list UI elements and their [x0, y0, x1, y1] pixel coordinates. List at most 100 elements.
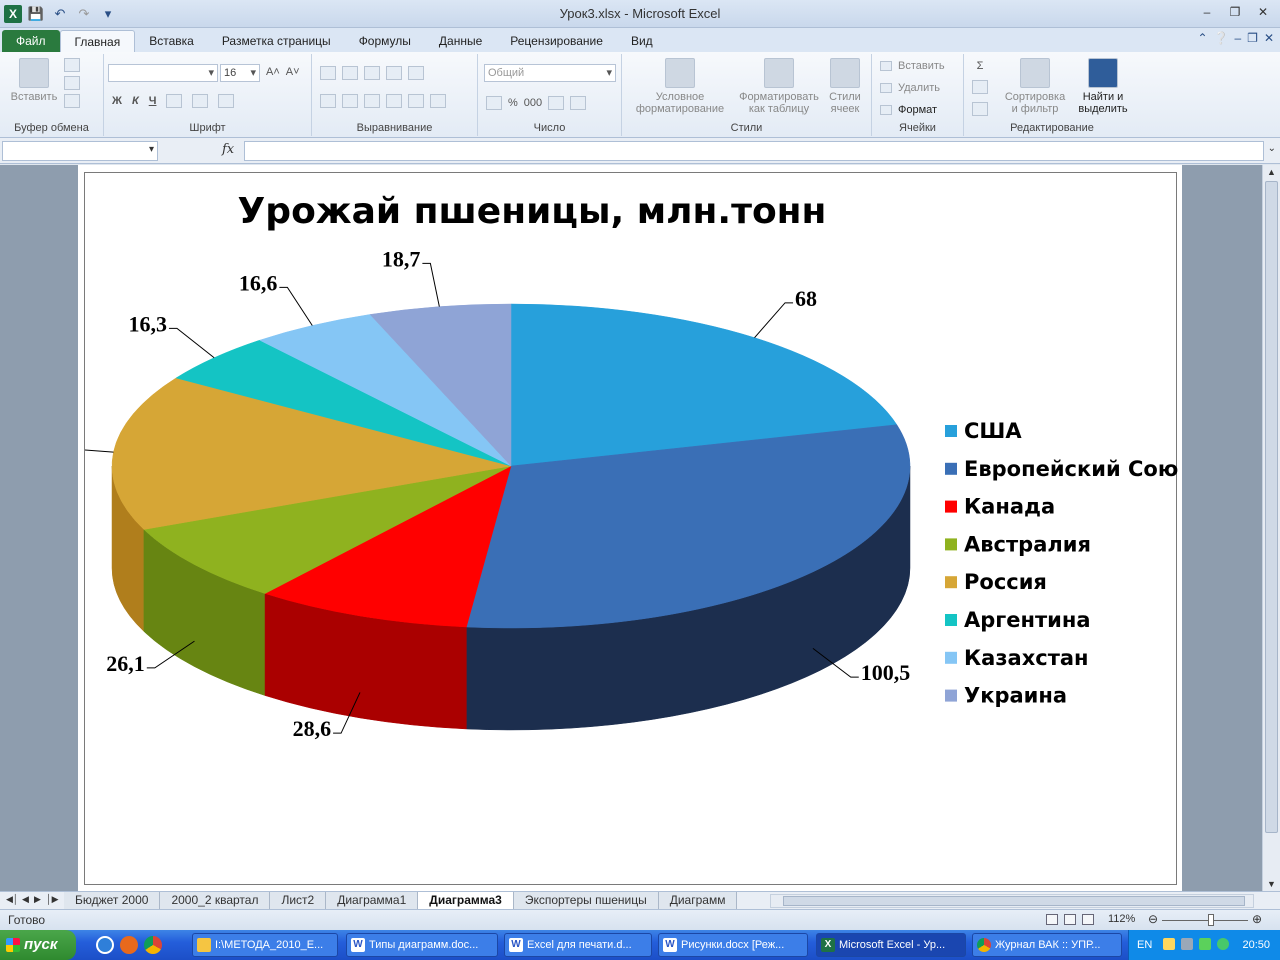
- paste-button[interactable]: Вставить: [8, 58, 60, 103]
- first-sheet-icon[interactable]: ◀│: [6, 894, 19, 905]
- chart-legend[interactable]: США Европейский Союз Канада Австралия Россия…: [945, 419, 1190, 708]
- prev-sheet-icon[interactable]: ◀: [22, 894, 29, 905]
- percent-button[interactable]: %: [508, 97, 518, 109]
- firefox-icon[interactable]: [120, 936, 138, 954]
- data-label[interactable]: 28,6: [293, 716, 332, 741]
- cut-icon[interactable]: [64, 58, 80, 72]
- fill-color-icon[interactable]: [192, 94, 209, 108]
- help-icon[interactable]: ❔: [1214, 31, 1229, 45]
- horizontal-scrollbar[interactable]: [770, 894, 1254, 908]
- thousands-button[interactable]: 000: [524, 97, 542, 109]
- delete-cells-button[interactable]: Удалить: [898, 82, 940, 94]
- next-sheet-icon[interactable]: ▶: [34, 894, 41, 905]
- taskbar-item-chrome[interactable]: Журнал ВАК :: УПР...: [972, 933, 1122, 957]
- tab-file[interactable]: Файл: [2, 30, 60, 52]
- tab-formulas[interactable]: Формулы: [345, 30, 425, 52]
- fill-icon[interactable]: [972, 80, 988, 94]
- sheet-tab-wheat-exporters[interactable]: Экспортеры пшеницы: [513, 892, 659, 909]
- doc-close-icon[interactable]: ✕: [1264, 31, 1274, 45]
- tab-view[interactable]: Вид: [617, 30, 667, 52]
- volume-icon[interactable]: [1199, 938, 1211, 950]
- insert-function-icon[interactable]: fx: [222, 142, 234, 157]
- decrease-decimal-icon[interactable]: [570, 96, 587, 110]
- wrap-text-icon[interactable]: [408, 66, 424, 80]
- tab-data[interactable]: Данные: [425, 30, 496, 52]
- autosum-icon[interactable]: Σ: [977, 60, 984, 72]
- ie-icon[interactable]: [96, 936, 114, 954]
- align-top-icon[interactable]: [320, 66, 336, 80]
- align-left-icon[interactable]: [320, 94, 336, 108]
- zoom-slider-thumb[interactable]: [1208, 914, 1214, 926]
- doc-restore-icon[interactable]: ❐: [1247, 31, 1258, 45]
- clear-icon[interactable]: [972, 102, 988, 116]
- data-label[interactable]: 16,6: [239, 270, 278, 295]
- tab-review[interactable]: Рецензирование: [496, 30, 617, 52]
- legend-entry[interactable]: США: [964, 419, 1022, 443]
- legend-entry[interactable]: Украина: [964, 684, 1067, 708]
- sheet-tab-list2[interactable]: Лист2: [270, 892, 327, 909]
- language-indicator[interactable]: EN: [1137, 939, 1152, 951]
- tab-page-layout[interactable]: Разметка страницы: [208, 30, 345, 52]
- taskbar-item-word-1[interactable]: W Типы диаграмм.doc...: [346, 933, 498, 957]
- zoom-level[interactable]: 112%: [1108, 913, 1135, 925]
- grow-font-icon[interactable]: A˄: [266, 66, 280, 78]
- horizontal-scroll-thumb[interactable]: [783, 896, 1245, 906]
- orientation-icon[interactable]: [386, 66, 402, 80]
- page-break-view-icon[interactable]: [1082, 914, 1094, 925]
- font-name-combo[interactable]: [108, 64, 218, 82]
- format-as-table-button[interactable]: Форматировать как таблицу: [732, 58, 826, 115]
- align-middle-icon[interactable]: [342, 66, 358, 80]
- minimize-button[interactable]: –: [1194, 2, 1220, 22]
- taskbar-item-word-3[interactable]: W Рисунки.docx [Реж...: [658, 933, 808, 957]
- data-label[interactable]: 18,7: [382, 246, 421, 271]
- formula-input[interactable]: [244, 141, 1264, 161]
- currency-icon[interactable]: [486, 96, 502, 110]
- sheet-tab-budget-2000[interactable]: Бюджет 2000: [64, 892, 161, 909]
- close-button[interactable]: ✕: [1250, 2, 1276, 22]
- legend-entry[interactable]: Канада: [964, 495, 1055, 519]
- chrome-icon[interactable]: [144, 936, 162, 954]
- insert-cells-button[interactable]: Вставить: [898, 60, 945, 72]
- chart-title[interactable]: Урожай пшеницы, млн.тонн: [238, 191, 827, 232]
- vertical-scrollbar[interactable]: ▲ ▼: [1262, 165, 1280, 891]
- zoom-out-icon[interactable]: ⊖: [1146, 912, 1160, 926]
- merge-icon[interactable]: [430, 94, 446, 108]
- chart-area[interactable]: Урожай пшеницы, млн.тонн 68 100,5 28,6 26,1…: [15, 172, 1190, 885]
- increase-decimal-icon[interactable]: [548, 96, 565, 110]
- last-sheet-icon[interactable]: │▶: [46, 894, 59, 905]
- tray-app-icon[interactable]: [1163, 938, 1175, 950]
- sort-filter-button[interactable]: Сортировка и фильтр: [1000, 58, 1070, 115]
- data-label[interactable]: 68: [795, 286, 817, 311]
- number-format-combo[interactable]: Общий: [484, 64, 616, 82]
- restore-button[interactable]: ❐: [1222, 2, 1248, 22]
- legend-entry[interactable]: Россия: [964, 570, 1047, 594]
- scroll-down-icon[interactable]: ▼: [1263, 879, 1280, 889]
- scroll-up-icon[interactable]: ▲: [1263, 167, 1280, 177]
- copy-icon[interactable]: [64, 76, 80, 90]
- increase-indent-icon[interactable]: [408, 94, 424, 108]
- name-box[interactable]: [2, 141, 158, 161]
- conditional-formatting-button[interactable]: Условное форматирование: [626, 58, 734, 115]
- align-bottom-icon[interactable]: [364, 66, 380, 80]
- sheet-tab-2000-q2[interactable]: 2000_2 квартал: [160, 892, 271, 909]
- tab-insert[interactable]: Вставка: [135, 30, 208, 52]
- taskbar-item-folder[interactable]: I:\МЕТОДА_2010_Е...: [192, 933, 338, 957]
- cell-styles-button[interactable]: Стили ячеек: [822, 58, 868, 115]
- normal-view-icon[interactable]: [1046, 914, 1058, 925]
- vertical-scroll-thumb[interactable]: [1265, 181, 1278, 833]
- decrease-indent-icon[interactable]: [386, 94, 402, 108]
- data-label[interactable]: 16,3: [128, 311, 167, 336]
- legend-entry[interactable]: Европейский Союз: [964, 457, 1190, 481]
- sheet-tab-chart1[interactable]: Диаграмма1: [326, 892, 419, 909]
- sheet-tab-chart-truncated[interactable]: Диаграмм: [658, 892, 738, 909]
- align-right-icon[interactable]: [364, 94, 380, 108]
- taskbar-item-word-2[interactable]: W Excel для печати.d...: [504, 933, 652, 957]
- legend-entry[interactable]: Австралия: [964, 532, 1091, 556]
- zoom-slider-track[interactable]: [1162, 920, 1248, 921]
- shrink-font-icon[interactable]: A˅: [286, 66, 300, 78]
- zoom-in-icon[interactable]: ⊕: [1250, 912, 1264, 926]
- expand-formula-icon[interactable]: ⌄: [1268, 143, 1276, 154]
- minimize-ribbon-icon[interactable]: ⌃: [1197, 31, 1207, 45]
- font-color-icon[interactable]: [218, 94, 235, 108]
- bold-button[interactable]: Ж: [112, 95, 122, 107]
